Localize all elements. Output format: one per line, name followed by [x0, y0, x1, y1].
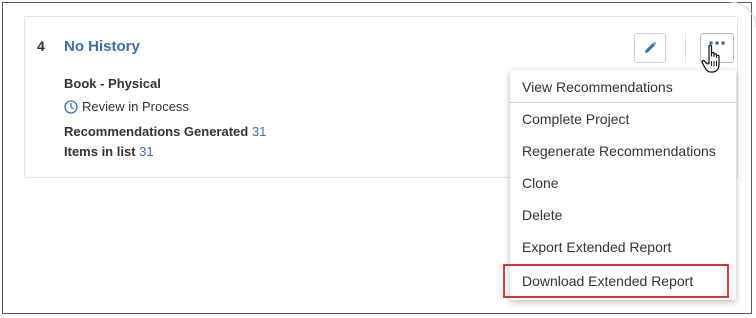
record-items: Items in list 31: [64, 144, 154, 159]
menu-item-regenerate-recommendations[interactable]: Regenerate Recommendations: [510, 136, 736, 166]
menu-item-view-recommendations[interactable]: View Recommendations: [510, 72, 736, 102]
action-divider: [685, 33, 686, 63]
hand-cursor-icon: [701, 44, 720, 73]
record-recommendations: Recommendations Generated 31: [64, 124, 266, 139]
menu-item-clone[interactable]: Clone: [510, 168, 736, 198]
menu-separator: [510, 102, 736, 103]
clock-icon: [64, 100, 78, 114]
record-status-text: Review in Process: [82, 99, 189, 114]
menu-item-complete-project[interactable]: Complete Project: [510, 104, 736, 134]
recommendations-count: 31: [251, 124, 267, 139]
record-format-text: Book - Physical: [64, 76, 161, 91]
menu-item-delete[interactable]: Delete: [510, 200, 736, 230]
menu-item-export-extended-report[interactable]: Export Extended Report: [510, 232, 736, 262]
items-label: Items in list: [64, 144, 136, 159]
recommendations-label: Recommendations Generated: [64, 124, 249, 139]
items-count: 31: [139, 144, 154, 159]
record-title-link[interactable]: No History: [64, 38, 140, 55]
edit-button[interactable]: [634, 33, 666, 63]
record-index: 4: [37, 38, 45, 54]
record-status: Review in Process: [64, 99, 189, 114]
pencil-icon: [645, 41, 657, 53]
record-format: Book - Physical: [64, 76, 161, 91]
panel-corner-arc: [730, 2, 756, 29]
highlight-box: [503, 264, 729, 298]
